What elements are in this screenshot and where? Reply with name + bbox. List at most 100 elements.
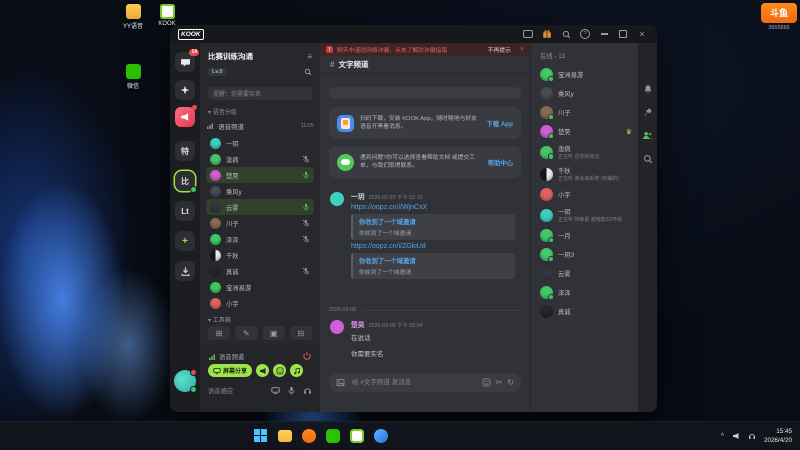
tool-edit-button[interactable]: ✎ [235,326,258,340]
rail-discover-button[interactable] [175,80,195,100]
member-row[interactable]: 千秋 正在听 谁会来拆穿 (你编的) [537,163,635,185]
taskbar-browser-icon[interactable] [372,427,389,444]
voice-member[interactable]: 小宇 [206,295,314,311]
download-button[interactable] [175,261,195,281]
activity-button[interactable] [273,364,287,377]
message-input-bar[interactable]: ✂ ↻ [329,373,521,392]
rail-megaphone-button[interactable] [175,105,197,127]
voice-channel-row[interactable]: 语音频道 11/25 [206,119,314,133]
desktop-icon-yy[interactable]: YY语音 [116,4,150,30]
minimize-button[interactable] [599,29,609,39]
rail-home-button[interactable]: 14 [175,49,199,72]
server-name[interactable]: 比赛训练沟通 [208,51,253,62]
add-server-button[interactable]: + [175,231,195,251]
member-row[interactable]: 乘风y [537,84,635,103]
search-icon[interactable] [304,68,312,76]
voice-member[interactable]: 乘风y [206,183,314,199]
headphones-icon[interactable] [303,386,312,395]
screen-icon[interactable] [271,386,280,395]
voice-member[interactable]: 泽泽 [206,231,314,247]
screen-share-button[interactable]: 屏幕分享 [208,364,253,377]
member-row[interactable]: 川子 [537,103,635,122]
close-button[interactable]: × [637,29,647,39]
taskbar-douyu-icon[interactable] [300,427,317,444]
taskbar-wechat-icon[interactable] [324,427,341,444]
desktop-icon-kook[interactable]: KOOK [150,4,184,27]
desktop-icon-wechat[interactable]: 微信 [116,64,150,90]
rail-server-te[interactable]: 特 [175,141,195,161]
banner-dismiss-button[interactable]: 不再提示 [488,45,511,54]
rail-server-bi-selected[interactable]: 比 [175,171,197,193]
server-menu-icon[interactable]: ≡ [307,52,312,61]
help-icon[interactable]: ? [580,29,590,39]
member-row[interactable]: 泼病 正在听 在你的身边 [537,141,635,163]
banner-close-icon[interactable]: × [520,46,524,53]
message-input[interactable] [350,378,477,387]
member-row[interactable]: 泽泽 [537,283,635,302]
invite-link[interactable]: https://oopz.cn/i/ZGkiUd [351,243,523,250]
taskbar-kook-icon[interactable] [348,427,365,444]
watermark-id: 3655865 [768,25,790,31]
avatar[interactable] [330,320,344,334]
pinned-messages-icon[interactable] [642,106,654,118]
message-author[interactable]: 楚昊 [351,319,365,329]
emoji-icon[interactable] [482,378,491,387]
voice-mode-label[interactable]: 语音感应 [208,386,233,395]
security-banner[interactable]: ! 聊天中谨防网络诈骗，点击了解防诈骗指南 不再提示 × [320,43,530,56]
member-row[interactable]: 云雾 [537,264,635,283]
start-button[interactable] [252,427,269,444]
message-author[interactable]: 一玥 [351,191,365,201]
tool-bot-button[interactable]: ▣ [262,326,285,340]
rail-server-lt[interactable]: Lt [175,201,195,221]
member-row[interactable]: 宝洲易游 [537,65,635,84]
avatar[interactable] [330,192,344,206]
collapsed-notice-bar[interactable] [329,87,521,99]
taskbar-explorer-icon[interactable] [276,427,293,444]
toolbox-header[interactable]: ▾ 工具箱 [208,315,312,324]
tray-chevron-icon[interactable]: ^ [721,433,724,440]
server-notice[interactable]: 提醒：你需要实名 [208,87,312,100]
member-row[interactable]: 一玥 正在听 阿砵夏 越南鼓3D环绕 [537,204,635,226]
tool-apps-button[interactable]: ⊟ [289,326,312,340]
voice-member[interactable]: 千秋 [206,247,314,263]
invite-card[interactable]: 你收到了一个域邀请 你收到了一个域邀请 [351,253,515,279]
voice-member[interactable]: 川子 [206,215,314,231]
music-button[interactable] [290,364,304,377]
image-icon[interactable] [336,378,345,387]
voice-member-speaking[interactable]: 云雾 [206,199,314,215]
voice-member-speaking[interactable]: 楚昊 [206,167,314,183]
gift-icon[interactable] [542,29,552,39]
disconnect-button[interactable] [302,351,312,361]
search-icon[interactable] [642,153,654,165]
history-icon[interactable]: ↻ [507,378,514,387]
tool-invite-button[interactable]: ⊞ [208,326,231,340]
voice-member[interactable]: 真诚 [206,263,314,279]
maximize-button[interactable] [618,29,628,39]
voice-group-header[interactable]: ▾ 语音分组 [208,107,237,116]
volume-icon[interactable] [732,432,740,440]
notifications-bell-icon[interactable] [642,83,654,95]
taskbar-clock[interactable]: 15:45 2026/4/20 [764,427,792,446]
member-list-icon[interactable] [642,129,654,141]
member-row[interactable]: 一玥3 [537,245,635,264]
member-row[interactable]: 小宇 [537,185,635,204]
member-row[interactable]: 楚昊 ♛ [537,122,635,141]
download-app-link[interactable]: 下载 App [486,119,513,128]
member-row[interactable]: 真诚 [537,302,635,321]
member-row[interactable]: 一月 [537,226,635,245]
invite-card[interactable]: 你收到了一个域邀请 你收到了一个域邀请 [351,214,515,240]
headset-tray-icon[interactable] [748,432,756,440]
avatar [210,217,221,229]
soundpad-button[interactable] [256,364,270,377]
invite-link[interactable]: https://oopz.cn/i/WjnCxX [351,204,523,211]
user-avatar[interactable] [174,369,197,393]
mic-icon[interactable] [287,386,296,395]
voice-member[interactable]: 一玥 [206,135,314,151]
voice-member[interactable]: 泼病 [206,151,314,167]
help-center-link[interactable]: 帮助中心 [488,158,513,167]
voice-member[interactable]: 宝洲易游 [206,279,314,295]
search-icon[interactable] [561,29,571,39]
mini-mode-icon[interactable] [523,29,533,39]
window-titlebar[interactable]: KOOK ? × [170,25,657,43]
scissors-icon[interactable]: ✂ [496,378,503,387]
